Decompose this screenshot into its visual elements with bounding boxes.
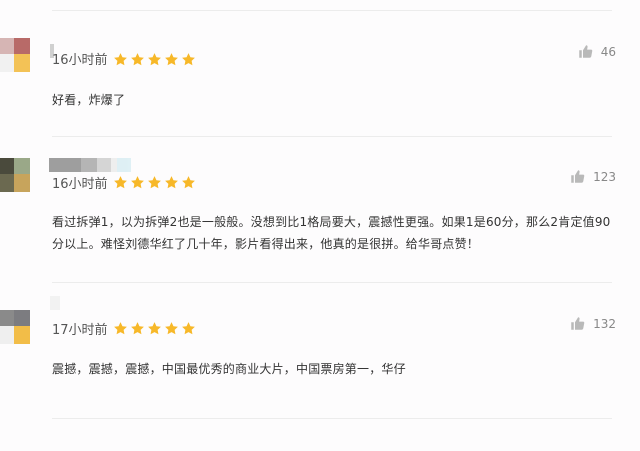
- divider: [52, 418, 612, 419]
- username-blurred[interactable]: [49, 158, 131, 172]
- like-count: 123: [593, 169, 616, 184]
- star-icon: [165, 322, 178, 335]
- like-count: 46: [600, 44, 616, 59]
- thumbs-up-icon: [571, 170, 585, 183]
- avatar[interactable]: [0, 310, 30, 344]
- rating-stars: [113, 175, 196, 193]
- divider: [52, 136, 612, 137]
- comment-time: 16小时前: [52, 53, 108, 68]
- thumbs-up-icon: [571, 317, 585, 330]
- thumbs-up-icon: [578, 45, 592, 58]
- rating-stars: [113, 52, 196, 70]
- star-icon: [165, 176, 178, 189]
- comment-text: 好看，炸爆了: [52, 93, 126, 107]
- comment-time: 16小时前: [52, 177, 108, 192]
- star-icon: [114, 53, 127, 66]
- star-icon: [165, 53, 178, 66]
- star-icon: [148, 176, 161, 189]
- avatar[interactable]: [0, 38, 30, 72]
- star-icon: [182, 322, 195, 335]
- star-icon: [182, 176, 195, 189]
- comment-text: 看过拆弹1，以为拆弹2也是一般般。没想到比1格局要大，震撼性更强。如果1是60分…: [52, 215, 611, 251]
- like-button[interactable]: 123: [570, 169, 616, 184]
- star-icon: [148, 53, 161, 66]
- rating-stars: [113, 321, 196, 339]
- star-icon: [131, 322, 144, 335]
- username-blurred[interactable]: [50, 296, 60, 310]
- like-count: 132: [593, 316, 616, 331]
- star-icon: [148, 322, 161, 335]
- comment-time: 17小时前: [52, 323, 108, 338]
- avatar[interactable]: [0, 158, 30, 192]
- star-icon: [131, 53, 144, 66]
- divider: [52, 282, 612, 283]
- star-icon: [114, 176, 127, 189]
- star-icon: [114, 322, 127, 335]
- like-button[interactable]: 46: [578, 44, 616, 59]
- star-icon: [131, 176, 144, 189]
- like-button[interactable]: 132: [570, 316, 616, 331]
- divider-top: [52, 10, 612, 11]
- star-icon: [182, 53, 195, 66]
- comment-text: 震撼，震撼，震撼，中国最优秀的商业大片，中国票房第一，华仔: [52, 362, 406, 376]
